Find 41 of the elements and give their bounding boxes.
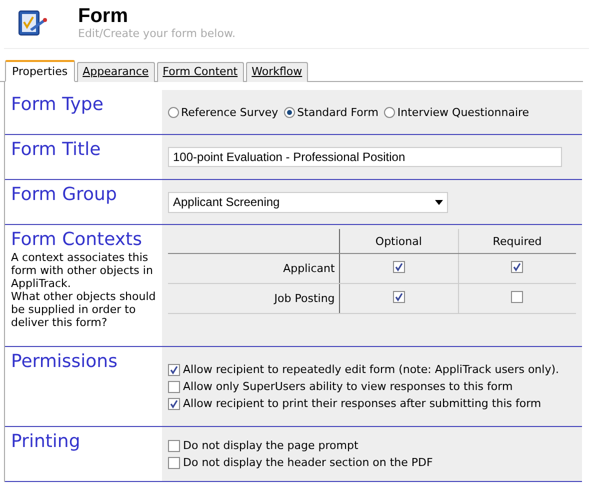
row-label: Job Posting	[274, 292, 335, 305]
checkbox-label: Do not display the header section on the PDF	[183, 456, 433, 469]
row-label: Applicant	[283, 262, 335, 275]
checkbox[interactable]	[511, 291, 524, 303]
checkbox-label: Allow recipient to repeatedly edit form (note: AppliTrack users only).	[183, 363, 559, 376]
section-heading: Form Title	[11, 139, 102, 161]
title-field[interactable]: 100-point Evaluation - Professional Position	[168, 147, 562, 167]
checkbox[interactable]	[168, 440, 180, 452]
page-subtitle: Edit/Create your form below.	[78, 27, 236, 40]
checkbox[interactable]	[168, 456, 180, 468]
checkbox[interactable]	[511, 261, 524, 273]
checkbox[interactable]	[168, 398, 180, 410]
section-description: A context associates this form with other objects in AppliTrack.	[11, 251, 154, 290]
checkbox-label: Allow only SuperUsers ability to view responses to this form	[183, 380, 513, 393]
section-heading: Printing	[11, 431, 82, 453]
section-heading: Permissions	[11, 351, 118, 373]
checkbox[interactable]	[168, 380, 180, 392]
radio-button[interactable]	[284, 106, 296, 118]
checkbox-label: Do not display the page prompt	[183, 439, 358, 452]
column-header: Required	[492, 234, 542, 248]
section-heading: Form Group	[11, 184, 118, 206]
column-header: Optional	[375, 234, 422, 248]
radio-label: Reference Survey	[181, 106, 278, 118]
page-title: Form	[78, 5, 129, 27]
radio-label: Interview Questionnaire	[397, 106, 530, 118]
section-heading: Form Contexts	[11, 229, 143, 251]
caret-icon	[435, 200, 443, 204]
tab[interactable]: Appearance	[76, 62, 155, 82]
radio-label: Standard Form	[297, 106, 378, 118]
tab[interactable]: Workflow	[246, 62, 308, 82]
tab[interactable]: Form Content	[156, 62, 244, 82]
group-dropdown[interactable]: Applicant Screening	[168, 192, 448, 212]
section-description: What other objects should be supplied in order to deliver this form?	[11, 290, 156, 329]
radio-button[interactable]	[384, 106, 396, 118]
tab[interactable]: Properties	[5, 60, 75, 82]
checkbox-label: Allow recipient to print their responses after submitting this form	[183, 397, 542, 410]
checkbox[interactable]	[168, 364, 180, 376]
radio-button[interactable]	[168, 106, 179, 118]
section-heading: Form Type	[11, 94, 104, 116]
checkbox[interactable]	[392, 261, 405, 273]
checkbox[interactable]	[392, 291, 405, 303]
